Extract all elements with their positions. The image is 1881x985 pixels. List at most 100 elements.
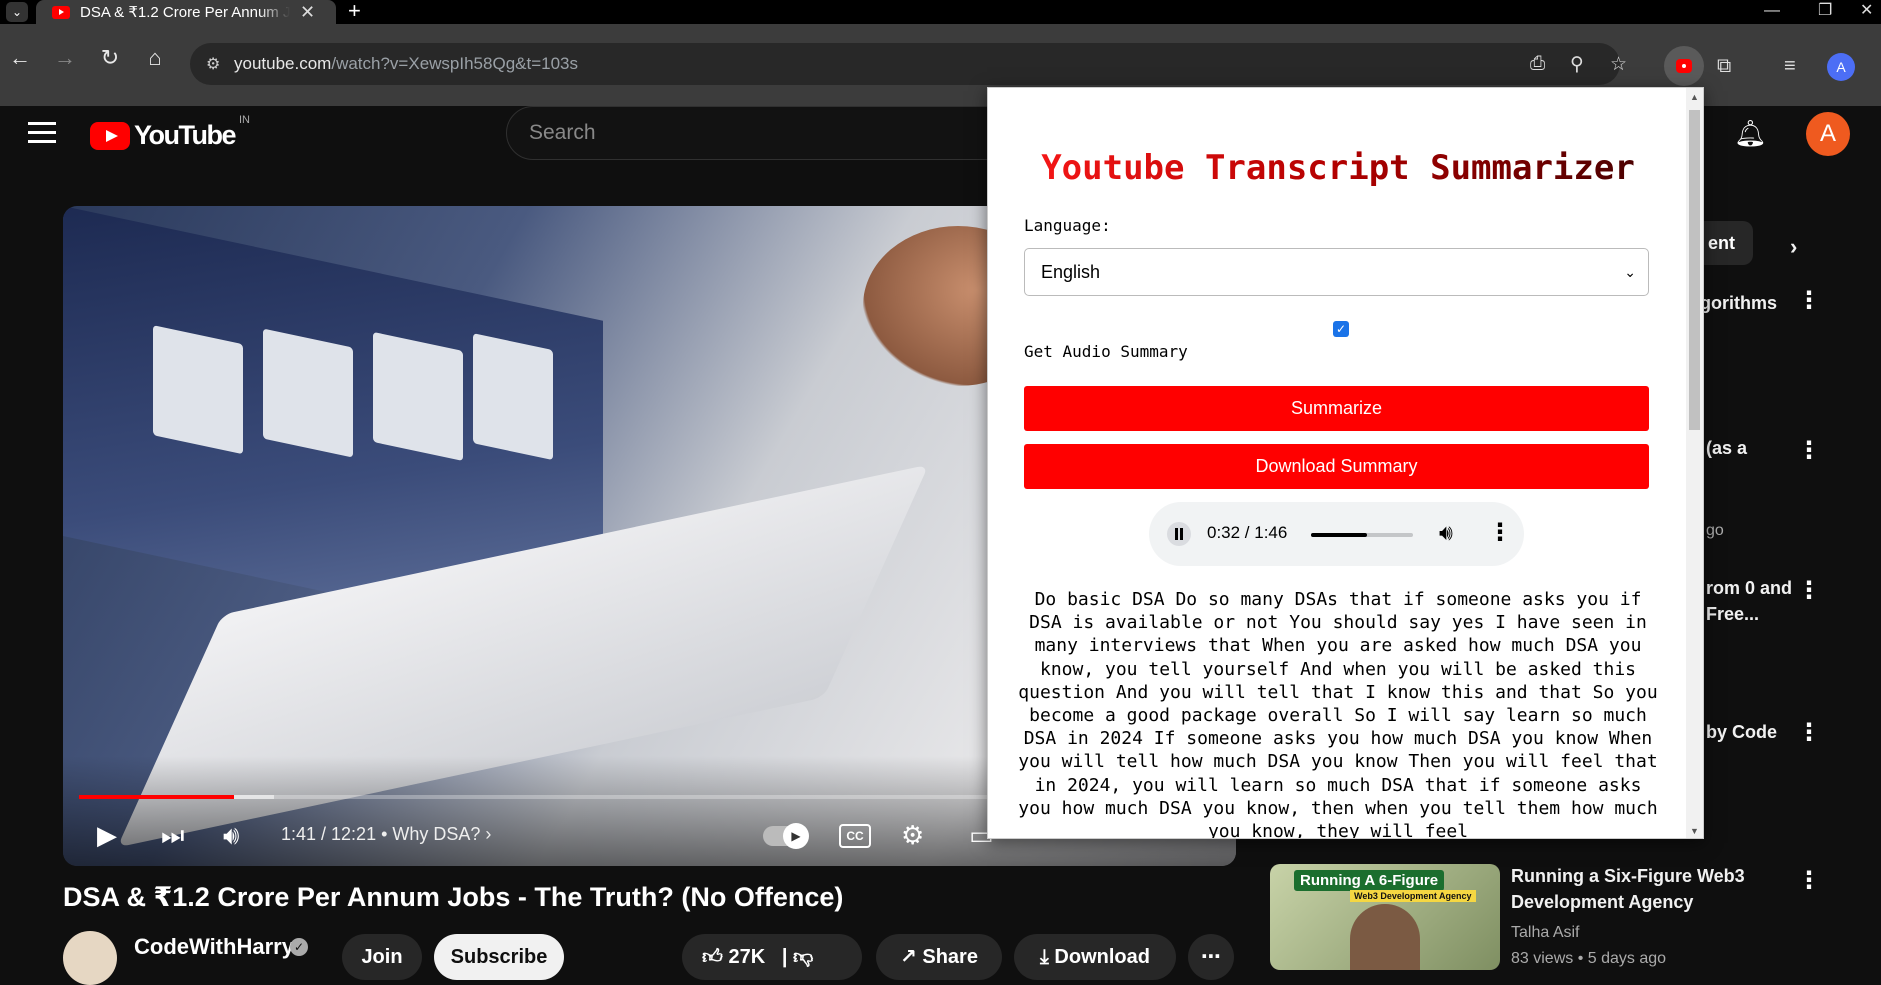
- popup-title: Youtube Transcript Summarizer: [988, 148, 1688, 188]
- restore-icon[interactable]: ❐: [1818, 0, 1832, 24]
- zoom-icon[interactable]: ⚲: [1570, 53, 1584, 76]
- youtube-wordmark: YouTube: [134, 120, 236, 150]
- thumb-banner: Running A 6-Figure: [1294, 870, 1445, 891]
- scroll-up-icon[interactable]: ▲: [1690, 92, 1699, 102]
- channel-name[interactable]: CodeWithHarry: [134, 934, 294, 960]
- rec-channel[interactable]: Talha Asif: [1511, 924, 1579, 942]
- rec-title[interactable]: rom 0 and: [1706, 578, 1792, 599]
- youtube-play-logo-icon: [90, 121, 130, 150]
- dislike-icon[interactable]: 👎︎: [793, 946, 813, 968]
- record-icon: [1676, 59, 1692, 73]
- reload-icon[interactable]: ↻: [96, 44, 124, 72]
- site-info-icon[interactable]: ⚙: [206, 54, 226, 74]
- audio-summary-label: Get Audio Summary: [1024, 342, 1188, 361]
- bookmark-star-icon[interactable]: ☆: [1610, 53, 1627, 76]
- url-host: youtube.com: [234, 54, 332, 73]
- more-actions-icon[interactable]: ⋯: [1188, 934, 1234, 980]
- user-avatar[interactable]: A: [1806, 112, 1850, 156]
- audio-time: 0:32 / 1:46: [1207, 523, 1288, 542]
- autoplay-toggle[interactable]: [763, 823, 809, 849]
- back-icon[interactable]: ←: [6, 44, 34, 72]
- hamburger-menu-icon[interactable]: [28, 122, 56, 146]
- scroll-down-icon[interactable]: ▼: [1690, 826, 1699, 836]
- captions-icon[interactable]: CC: [839, 824, 871, 848]
- rec-menu-icon[interactable]: ⋮: [1797, 866, 1821, 895]
- rec-thumbnail[interactable]: Running A 6-Figure Web3 Development Agen…: [1270, 864, 1500, 970]
- browser-profile-avatar[interactable]: A: [1827, 53, 1855, 81]
- rec-menu-icon[interactable]: ⋮: [1797, 436, 1821, 465]
- popup-scrollbar[interactable]: ▲ ▼: [1686, 88, 1703, 838]
- download-label: Download: [1054, 946, 1150, 968]
- video-played: [79, 795, 235, 799]
- join-button[interactable]: Join: [342, 934, 422, 980]
- audio-more-options-icon[interactable]: ⋮: [1488, 518, 1512, 547]
- share-button[interactable]: ↗ Share: [876, 934, 1002, 980]
- minimize-icon[interactable]: —: [1764, 0, 1780, 24]
- url-path: /watch?v=XewspIh58Qg&t=103s: [331, 54, 579, 73]
- language-label: Language:: [1024, 216, 1111, 235]
- thumb-subbanner: Web3 Development Agency: [1350, 890, 1476, 902]
- download-icon: ⤓: [1040, 946, 1049, 968]
- tab-search-button[interactable]: ⌄: [6, 2, 28, 22]
- audio-summary-checkbox[interactable]: ✓: [1333, 321, 1349, 337]
- address-bar[interactable]: ⚙ youtube.com/watch?v=XewspIh58Qg&t=103s…: [190, 43, 1627, 85]
- window-close-icon[interactable]: ✕: [1860, 0, 1873, 24]
- rec-title[interactable]: gorithms: [1700, 293, 1777, 314]
- rec-title[interactable]: Running a Six-Figure Web3: [1511, 866, 1745, 887]
- browser-tab[interactable]: DSA & ₹1.2 Crore Per Annum Jobs - The Tr…: [36, 0, 336, 24]
- volume-icon[interactable]: 🔊︎: [223, 820, 239, 850]
- rec-title[interactable]: (as a: [1706, 438, 1747, 459]
- youtube-logo[interactable]: YouTube IN: [90, 114, 250, 151]
- home-icon[interactable]: ⌂: [141, 44, 169, 72]
- thumb-person: [1350, 904, 1420, 970]
- like-button[interactable]: 👍︎ 27K | 👎︎: [682, 934, 862, 980]
- new-tab-button[interactable]: +: [348, 0, 361, 22]
- rec-menu-icon[interactable]: ⋮: [1797, 718, 1821, 747]
- scroll-thumb[interactable]: [1689, 110, 1700, 430]
- forward-icon[interactable]: →: [51, 44, 79, 72]
- region-code: IN: [238, 114, 250, 126]
- chapter-button[interactable]: • Why DSA? ›: [381, 824, 491, 844]
- audio-seek-slider[interactable]: [1311, 533, 1413, 537]
- download-button[interactable]: ⤓ Download: [1014, 934, 1176, 980]
- tab-close-icon[interactable]: ✕: [300, 2, 315, 23]
- rec-stats: 83 views • 5 days ago: [1511, 950, 1667, 967]
- chevron-down-icon: ⌄: [1624, 264, 1636, 280]
- install-app-icon[interactable]: ⎙: [1530, 53, 1545, 75]
- language-value: English: [1041, 262, 1101, 282]
- next-video-icon[interactable]: ⏭: [161, 820, 184, 850]
- media-controls-icon[interactable]: ≡: [1784, 55, 1796, 78]
- notifications-bell-icon[interactable]: 🔔︎: [1734, 118, 1767, 148]
- video-title: DSA & ₹1.2 Crore Per Annum Jobs - The Tr…: [63, 882, 844, 912]
- channel-avatar[interactable]: [63, 931, 117, 985]
- pause-icon[interactable]: [1167, 522, 1191, 546]
- language-select[interactable]: English ⌄: [1024, 248, 1649, 296]
- search-input[interactable]: Search: [506, 106, 1026, 160]
- rec-title[interactable]: by Code: [1706, 722, 1777, 743]
- like-icon: 👍︎: [702, 946, 723, 968]
- share-label: Share: [922, 946, 978, 968]
- rec-title[interactable]: Free...: [1706, 604, 1759, 625]
- volume-icon[interactable]: 🔊︎: [1439, 520, 1453, 546]
- tab-title: DSA & ₹1.2 Crore Per Annum Jobs - The Tr…: [80, 4, 290, 21]
- download-summary-button[interactable]: Download Summary: [1024, 444, 1649, 489]
- play-icon[interactable]: ▶: [97, 820, 117, 850]
- rec-meta: go: [1706, 522, 1724, 539]
- video-time: 1:41 / 12:21 • Why DSA? ›: [281, 824, 491, 845]
- browser-tab-bar: ⌄ DSA & ₹1.2 Crore Per Annum Jobs - The …: [0, 0, 1881, 24]
- subscribe-button[interactable]: Subscribe: [434, 934, 564, 980]
- extensions-puzzle-icon[interactable]: ⧉: [1717, 55, 1731, 78]
- summarizer-extension-icon[interactable]: [1664, 46, 1704, 86]
- rec-menu-icon[interactable]: ⋮: [1797, 576, 1821, 605]
- chips-next-icon[interactable]: ›: [1790, 234, 1797, 260]
- url-text[interactable]: youtube.com/watch?v=XewspIh58Qg&t=103s: [234, 54, 578, 74]
- time-display: 1:41 / 12:21: [281, 824, 377, 844]
- summarize-button[interactable]: Summarize: [1024, 386, 1649, 431]
- audio-player: 0:32 / 1:46 🔊︎ ⋮: [1149, 502, 1524, 566]
- rec-title[interactable]: Development Agency: [1511, 892, 1693, 913]
- settings-gear-icon[interactable]: ⚙: [901, 820, 924, 850]
- rec-menu-icon[interactable]: ⋮: [1797, 286, 1821, 315]
- like-count: 27K: [728, 946, 766, 968]
- share-icon: ↗: [900, 946, 917, 968]
- youtube-favicon-icon: [52, 5, 70, 19]
